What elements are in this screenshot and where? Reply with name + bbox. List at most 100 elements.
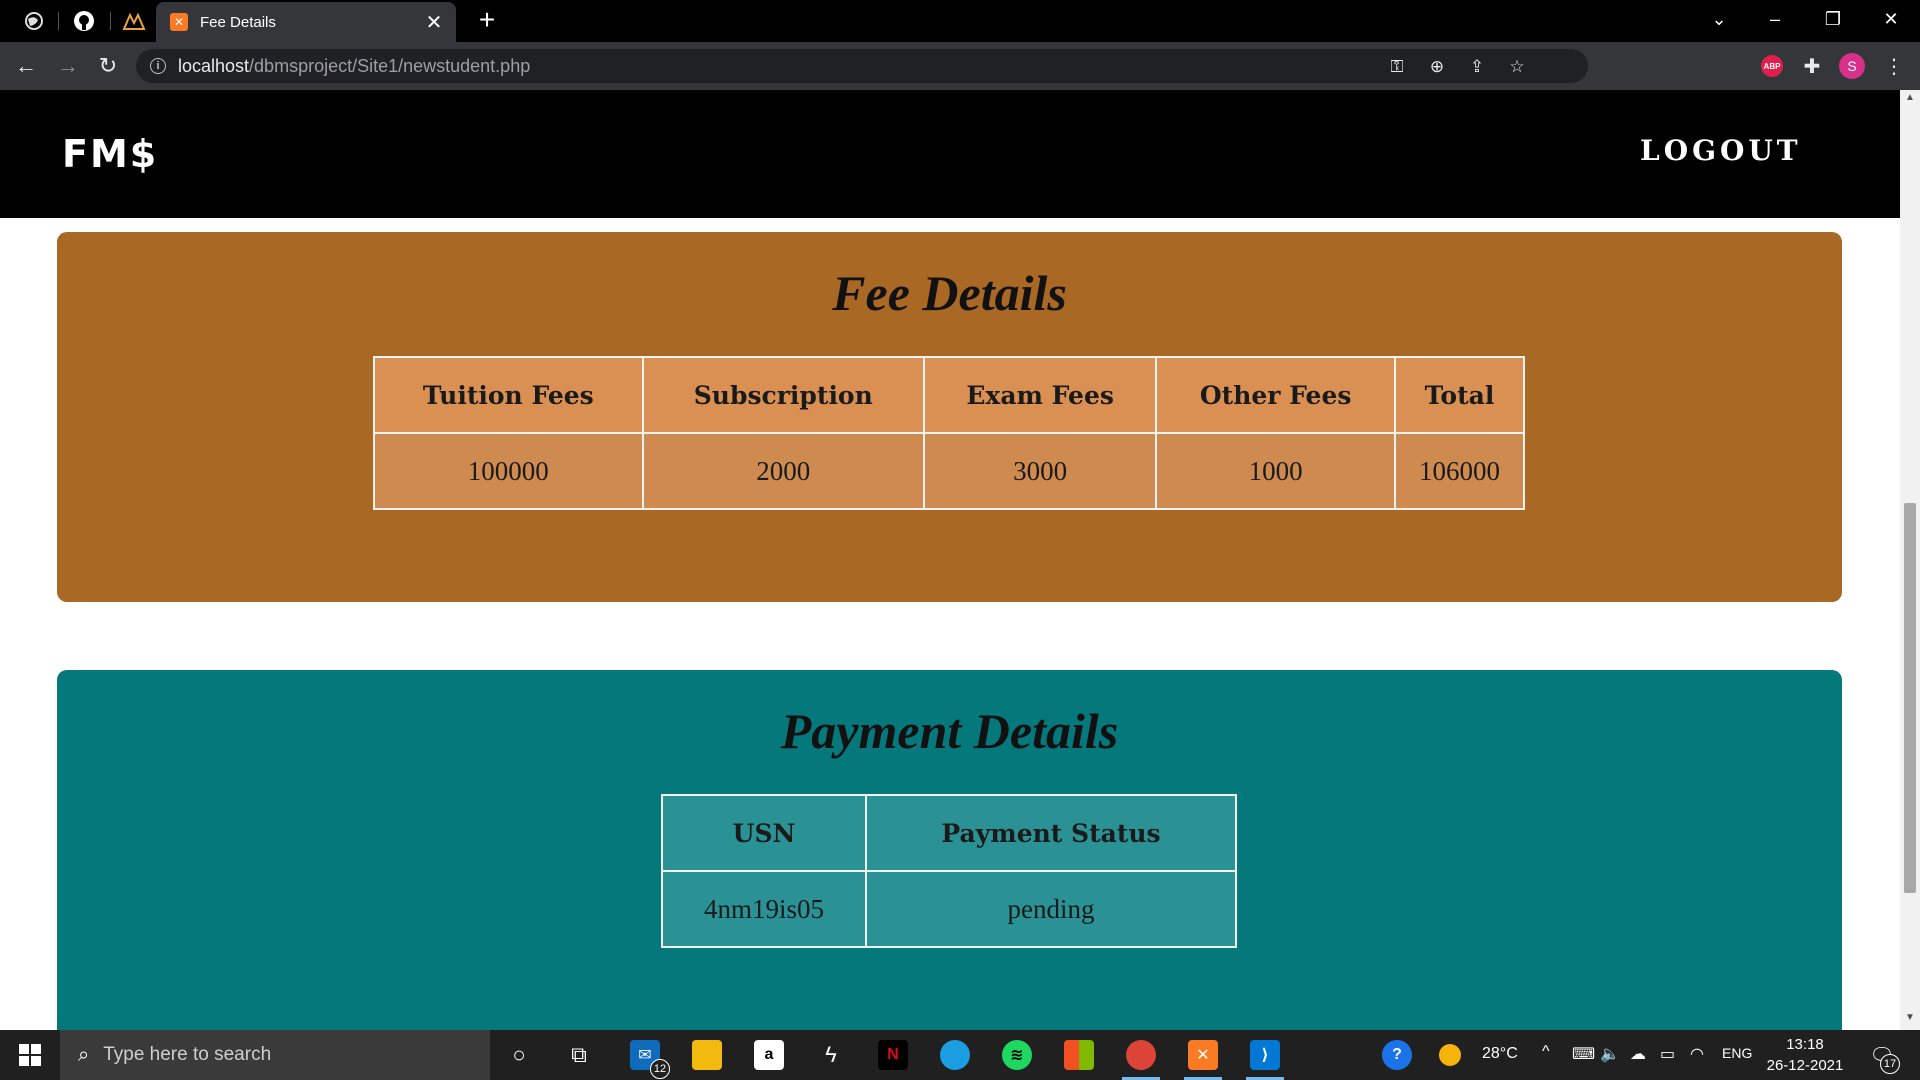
tab-separator <box>58 12 59 30</box>
fee-details-title: Fee Details <box>832 265 1067 321</box>
fee-table: Tuition Fees Subscription Exam Fees Othe… <box>373 356 1526 510</box>
amazon-app-icon[interactable]: a <box>742 1035 796 1075</box>
chrome-app-icon[interactable] <box>1114 1035 1168 1080</box>
onedrive-cloud-icon[interactable]: ☁ <box>1630 1044 1646 1064</box>
table-header-row: USN Payment Status <box>660 794 1237 872</box>
tab-search-chevron-icon[interactable]: ⌄ <box>1692 0 1746 38</box>
edge-icon <box>940 1040 970 1070</box>
usn-cell: 4nm19is05 <box>660 870 868 948</box>
bookmark-star-icon[interactable]: ☆ <box>1506 56 1528 78</box>
reload-button[interactable]: ↻ <box>92 50 124 82</box>
scrollbar-thumb[interactable] <box>1904 503 1916 893</box>
adblock-icon: ABP <box>1761 55 1783 77</box>
chrome-icon <box>1126 1040 1156 1070</box>
search-placeholder: Type here to search <box>103 1044 272 1065</box>
vertical-scrollbar[interactable]: ▲ ▼ <box>1900 90 1920 1030</box>
menu-kebab-icon[interactable]: ⋮ <box>1878 50 1910 82</box>
weather-temperature[interactable]: 28°C <box>1482 1045 1518 1063</box>
folder-icon <box>692 1040 722 1070</box>
table-row: 100000 2000 3000 1000 106000 <box>373 432 1526 510</box>
wifi-icon[interactable]: ◠ <box>1690 1044 1704 1064</box>
file-explorer-icon[interactable] <box>680 1035 734 1075</box>
office-app-icon[interactable] <box>1052 1035 1106 1075</box>
volume-icon[interactable]: 🔈 <box>1600 1044 1620 1064</box>
cortana-icon[interactable]: ○ <box>492 1035 546 1075</box>
fee-details-card: Fee Details Tuition Fees Subscription Ex… <box>57 232 1842 602</box>
adblock-extension-button[interactable]: ABP <box>1756 50 1788 82</box>
question-icon: ? <box>1382 1040 1412 1070</box>
office-icon <box>1064 1040 1094 1070</box>
netflix-app-icon[interactable]: N <box>866 1035 920 1075</box>
address-bar[interactable]: i localhost/dbmsproject/Site1/newstudent… <box>136 49 1588 83</box>
pinned-tab-globe[interactable] <box>16 4 52 38</box>
extensions-puzzle-icon[interactable]: ✚ <box>1796 50 1828 82</box>
payment-details-title: Payment Details <box>780 703 1119 759</box>
tab-close-icon[interactable]: ✕ <box>420 10 448 35</box>
tuition-fees-cell: 100000 <box>373 432 644 510</box>
column-header: Payment Status <box>865 794 1237 872</box>
windows-taskbar: ⌕ Type here to search ○ ⧉ ✉ 12 a ϟ N ≋ ✕… <box>0 1030 1920 1080</box>
scroll-down-arrow-icon[interactable]: ▼ <box>1900 1012 1920 1028</box>
profile-button[interactable]: S <box>1836 50 1868 82</box>
notification-badge: 17 <box>1880 1054 1900 1074</box>
xampp-app-icon[interactable]: ✕ <box>1176 1035 1230 1080</box>
browser-toolbar: ← → ↻ i localhost/dbmsproject/Site1/news… <box>0 42 1920 90</box>
spotify-app-icon[interactable]: ≋ <box>990 1035 1044 1075</box>
spotify-icon: ≋ <box>1002 1040 1032 1070</box>
clock[interactable]: 13:18 26-12-2021 <box>1750 1034 1860 1076</box>
site-info-icon[interactable]: i <box>150 58 166 74</box>
clock-date: 26-12-2021 <box>1766 1057 1844 1074</box>
browser-tab-bar: ✕ Fee Details ✕ + ⌄ – ❐ ✕ <box>0 0 1920 42</box>
zoom-icon[interactable]: ⊕ <box>1426 56 1448 78</box>
language-indicator[interactable]: ENG <box>1722 1045 1752 1061</box>
key-icon[interactable]: ⚿ <box>1386 56 1408 78</box>
payment-details-card: Payment Details USN Payment Status 4nm19… <box>57 670 1842 1030</box>
weather-sun-icon[interactable] <box>1432 1035 1468 1075</box>
minimize-button[interactable]: – <box>1748 0 1802 38</box>
subscription-cell: 2000 <box>641 432 925 510</box>
meet-now-icon[interactable]: ⌨ <box>1572 1044 1595 1064</box>
vscode-app-icon[interactable]: ⟩ <box>1238 1035 1292 1080</box>
column-header: USN <box>660 794 868 872</box>
netflix-icon: N <box>878 1040 908 1070</box>
table-row: 4nm19is05 pending <box>660 870 1237 948</box>
payment-table: USN Payment Status 4nm19is05 pending <box>660 794 1237 948</box>
edge-app-icon[interactable] <box>928 1035 982 1075</box>
forward-button[interactable]: → <box>52 50 84 82</box>
mail-app-icon[interactable]: ✉ 12 <box>618 1035 672 1079</box>
avatar: S <box>1839 53 1865 79</box>
globe-icon <box>25 12 43 30</box>
help-icon[interactable]: ? <box>1370 1035 1424 1075</box>
site-header: FM$ LOGOUT <box>0 90 1900 218</box>
windows-logo-icon <box>19 1044 41 1066</box>
tray-chevron-icon[interactable]: ^ <box>1542 1043 1550 1061</box>
site-logo[interactable]: FM$ <box>62 132 158 176</box>
restore-button[interactable]: ❐ <box>1806 0 1860 38</box>
search-icon: ⌕ <box>78 1043 90 1066</box>
column-header: Total <box>1393 356 1526 434</box>
app-bolt-icon[interactable]: ϟ <box>804 1035 858 1075</box>
start-button[interactable] <box>0 1030 60 1080</box>
taskbar-search[interactable]: ⌕ Type here to search <box>60 1030 490 1080</box>
share-icon[interactable]: ⇪ <box>1466 56 1488 78</box>
pinned-tab-mrs[interactable] <box>116 4 152 38</box>
back-button[interactable]: ← <box>10 50 42 82</box>
xampp-icon: ✕ <box>1188 1040 1218 1070</box>
column-header: Tuition Fees <box>373 356 644 434</box>
logout-link[interactable]: LOGOUT <box>1640 134 1802 167</box>
clock-time: 13:18 <box>1786 1036 1824 1053</box>
task-view-icon[interactable]: ⧉ <box>552 1035 606 1075</box>
tab-fee-details[interactable]: ✕ Fee Details ✕ <box>156 2 456 42</box>
url-text: localhost/dbmsproject/Site1/newstudent.p… <box>178 55 531 76</box>
payment-status-cell: pending <box>865 870 1237 948</box>
close-window-button[interactable]: ✕ <box>1864 0 1918 38</box>
notification-center-button[interactable]: 🗨 17 <box>1866 1040 1900 1074</box>
scroll-up-arrow-icon[interactable]: ▲ <box>1900 92 1920 108</box>
battery-icon[interactable]: ▭ <box>1660 1044 1675 1064</box>
mail-badge: 12 <box>650 1059 670 1079</box>
pinned-tab-github[interactable] <box>66 4 102 38</box>
column-header: Subscription <box>641 356 925 434</box>
github-icon <box>74 11 94 31</box>
other-fees-cell: 1000 <box>1155 432 1396 510</box>
new-tab-button[interactable]: + <box>470 4 504 38</box>
